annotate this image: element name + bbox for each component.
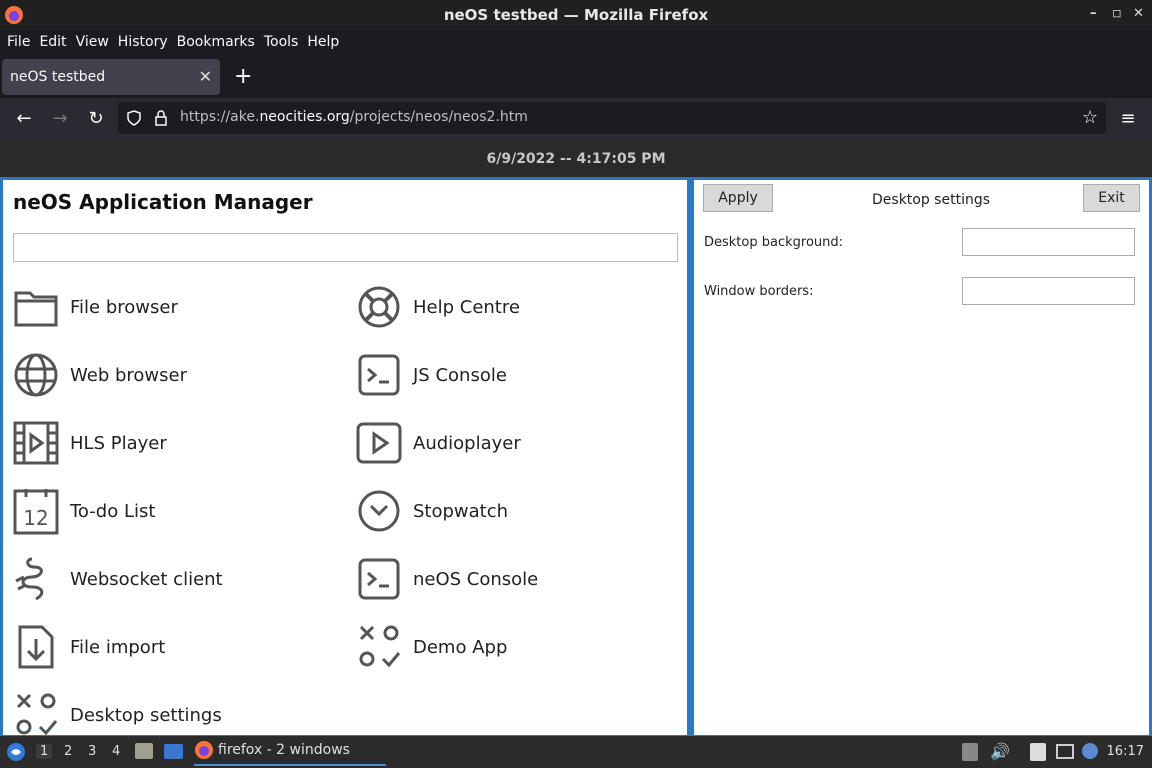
app-websocket-client[interactable]: Websocket client [12, 555, 223, 603]
url-text: https://ake.neocities.org/projects/neos/… [180, 109, 528, 125]
menu-help[interactable]: Help [307, 34, 339, 50]
volume-icon[interactable]: 🔊 [990, 742, 1010, 761]
apps-icon [16, 693, 58, 735]
minimize-icon[interactable]: – [1090, 6, 1097, 21]
app-manager-window: neOS Application Manager File browser We… [3, 180, 687, 735]
close-window-icon[interactable]: ✕ [1133, 6, 1144, 21]
hamburger-menu-icon[interactable]: ≡ [1116, 108, 1140, 132]
folder-icon [14, 291, 58, 327]
menu-view[interactable]: View [76, 34, 109, 50]
app-demo-app[interactable]: Demo App [355, 623, 507, 671]
tab-strip: neOS testbed ✕ + [0, 54, 1152, 98]
new-tab-icon[interactable]: + [234, 64, 252, 89]
bookmark-star-icon[interactable]: ☆ [1082, 107, 1098, 128]
app-js-console[interactable]: JS Console [355, 351, 507, 399]
tray-clock[interactable]: 16:17 [1107, 744, 1144, 759]
exit-button[interactable]: Exit [1083, 184, 1140, 212]
window-borders-input[interactable] [962, 277, 1135, 305]
neos-desktop: neOS Application Manager File browser We… [0, 177, 1152, 736]
clock-text: 6/9/2022 -- 4:17:05 PM [486, 150, 666, 167]
clock-icon [358, 490, 400, 532]
close-tab-icon[interactable]: ✕ [199, 67, 212, 86]
window-title: neOS testbed — Mozilla Firefox [443, 6, 709, 24]
menu-bookmarks[interactable]: Bookmarks [177, 34, 255, 50]
reload-icon[interactable]: ↻ [84, 108, 108, 132]
task-label: firefox - 2 windows [218, 742, 350, 758]
app-manager-title: neOS Application Manager [13, 190, 313, 214]
app-audioplayer[interactable]: Audioplayer [355, 419, 521, 467]
globe-icon [14, 353, 58, 397]
desktop-background-label: Desktop background: [704, 235, 844, 250]
show-desktop-icon[interactable] [164, 744, 183, 759]
firefox-logo-icon [5, 6, 23, 24]
plug-icon [15, 557, 44, 601]
menu-file[interactable]: File [7, 34, 30, 50]
window-borders-label: Window borders: [704, 284, 814, 299]
menu-edit[interactable]: Edit [39, 34, 66, 50]
apply-button[interactable]: Apply [703, 184, 773, 212]
app-stopwatch[interactable]: Stopwatch [355, 487, 508, 535]
taskbar-firefox-task[interactable]: firefox - 2 windows [194, 736, 386, 766]
app-hls-player[interactable]: HLS Player [12, 419, 167, 467]
app-search-input[interactable] [13, 233, 678, 262]
app-file-import[interactable]: File import [12, 623, 165, 671]
navigation-bar: ← → ↻ https://ake.neocities.org/projects… [0, 98, 1152, 140]
menu-bar: File Edit View History Bookmarks Tools H… [0, 30, 1152, 54]
app-todo-list[interactable]: 12 To-do List [12, 487, 155, 535]
lock-icon[interactable] [154, 110, 168, 126]
workspace-1[interactable]: 1 [36, 744, 53, 759]
maximize-icon[interactable]: ◽ [1112, 6, 1122, 21]
apps-icon [359, 625, 401, 668]
app-neos-console[interactable]: neOS Console [355, 555, 538, 603]
neos-clock-bar: 6/9/2022 -- 4:17:05 PM [0, 140, 1152, 177]
taskbar: 1 2 3 4 firefox - 2 windows 🔊 16:17 [0, 736, 1152, 768]
calendar-icon: 12 [13, 489, 59, 535]
settings-title: Desktop settings [872, 192, 991, 208]
lifebuoy-icon [358, 286, 400, 328]
app-file-browser[interactable]: File browser [12, 283, 178, 331]
desktop-background-input[interactable] [962, 228, 1135, 256]
start-menu-icon[interactable] [6, 742, 26, 762]
shield-icon[interactable] [126, 110, 142, 126]
workspace-3[interactable]: 3 [88, 744, 96, 759]
desktop-settings-window: Apply Desktop settings Exit Desktop back… [694, 180, 1149, 735]
window-titlebar: neOS testbed — Mozilla Firefox – ◽ ✕ [0, 0, 1152, 30]
menu-tools[interactable]: Tools [264, 34, 299, 50]
workspace-4[interactable]: 4 [112, 744, 120, 759]
play-icon [356, 422, 402, 464]
terminal-icon [358, 558, 400, 600]
film-icon [13, 421, 59, 465]
network-icon[interactable] [1056, 744, 1074, 759]
menu-history[interactable]: History [118, 34, 168, 50]
file-import-icon [18, 625, 54, 669]
eject-icon[interactable] [962, 743, 978, 761]
browser-tab[interactable]: neOS testbed ✕ [2, 59, 220, 95]
file-manager-icon[interactable] [135, 743, 153, 759]
notification-icon[interactable] [1082, 743, 1098, 759]
forward-icon[interactable]: → [48, 108, 72, 132]
back-icon[interactable]: ← [12, 108, 36, 132]
workspace-2[interactable]: 2 [64, 744, 72, 759]
svg-text:12: 12 [23, 506, 48, 530]
clipboard-icon[interactable] [1030, 743, 1046, 761]
app-help-centre[interactable]: Help Centre [355, 283, 520, 331]
tab-title: neOS testbed [10, 69, 106, 85]
firefox-task-icon [195, 741, 213, 759]
url-bar[interactable]: https://ake.neocities.org/projects/neos/… [118, 102, 1106, 134]
app-desktop-settings[interactable]: Desktop settings [12, 691, 222, 735]
terminal-icon [358, 354, 400, 396]
app-web-browser[interactable]: Web browser [12, 351, 187, 399]
